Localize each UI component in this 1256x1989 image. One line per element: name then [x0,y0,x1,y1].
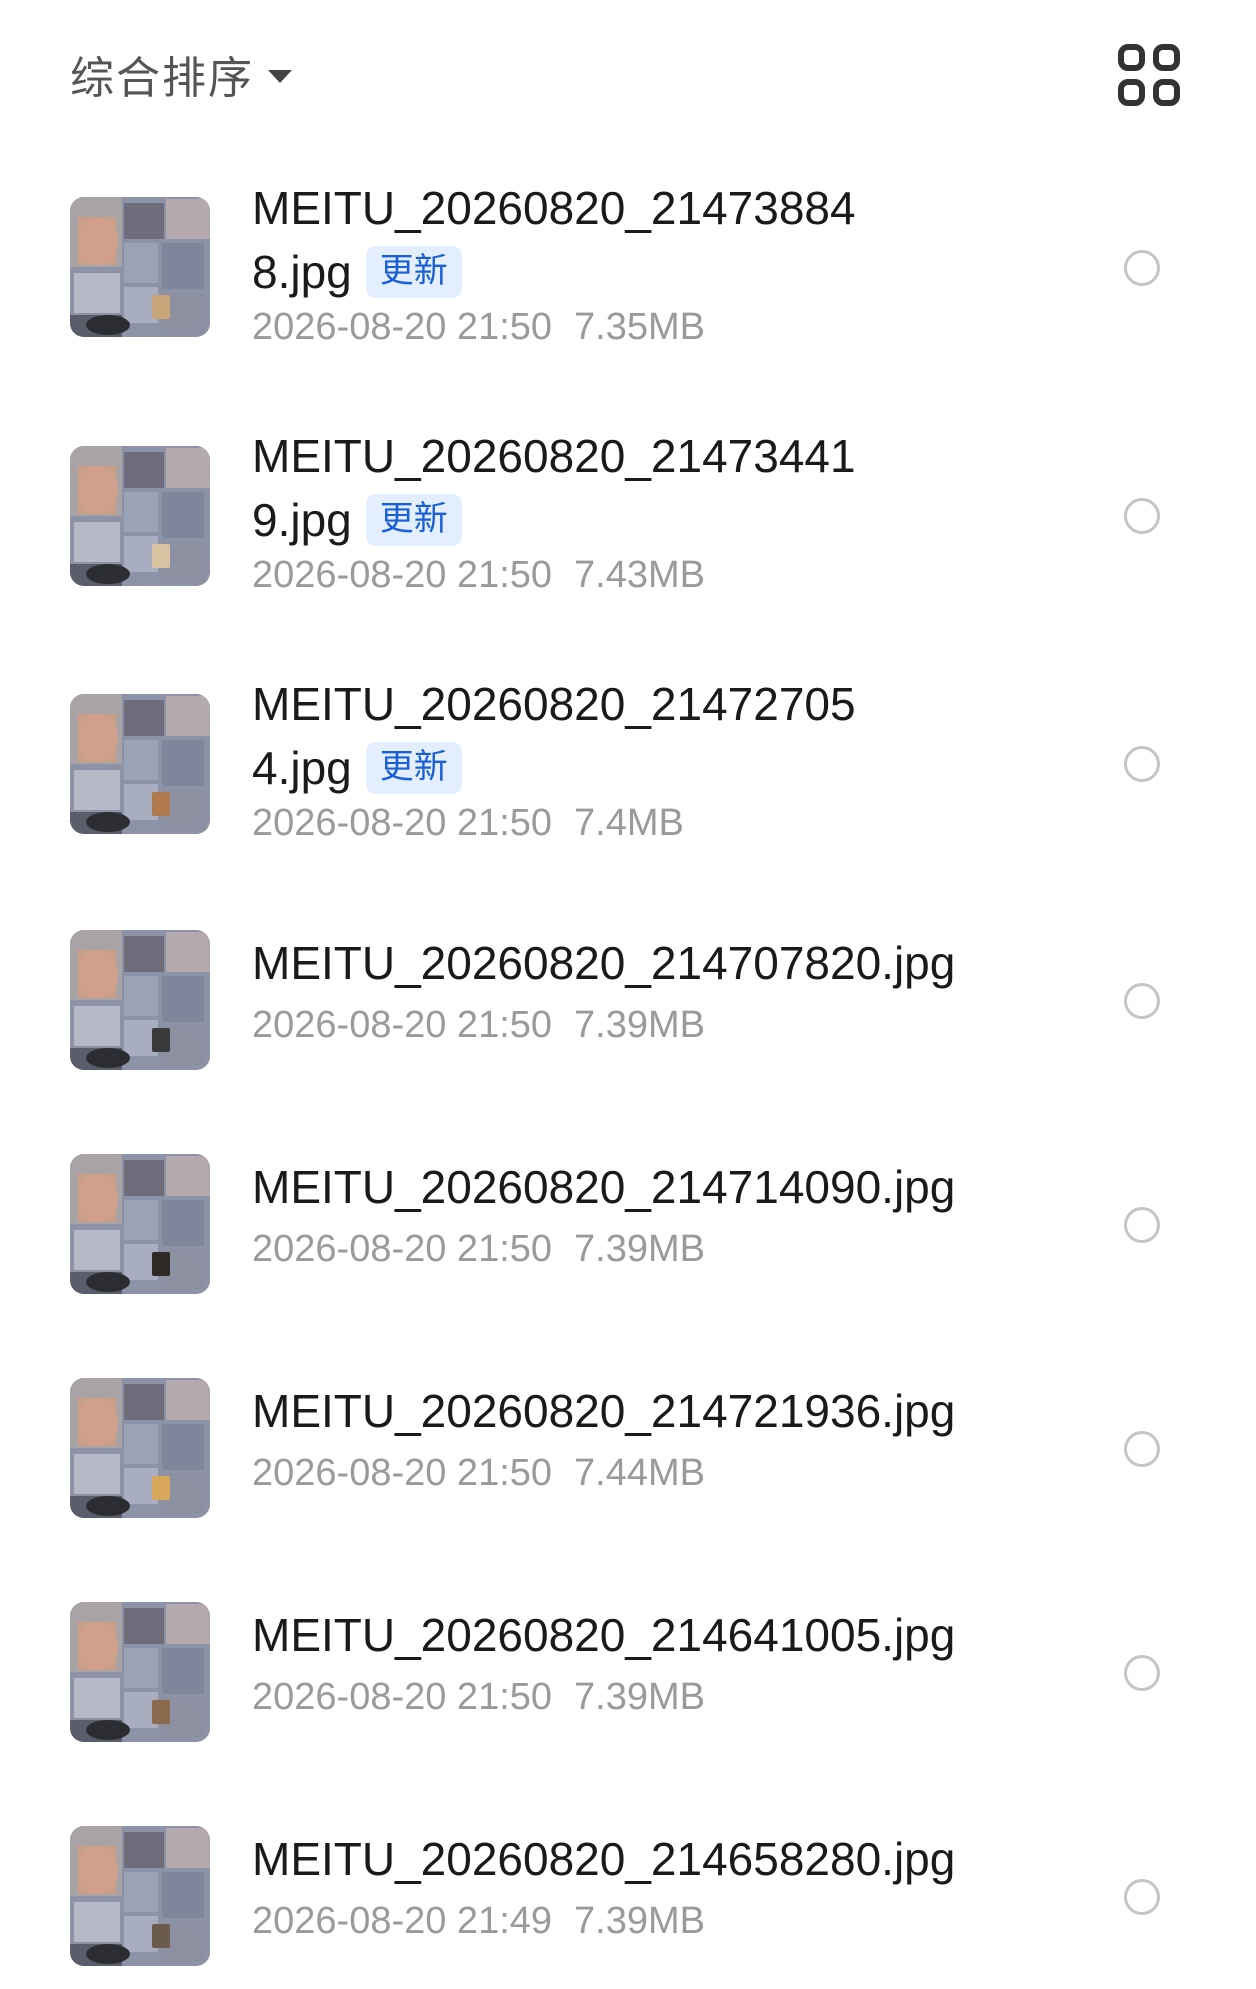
select-radio[interactable] [1124,983,1160,1019]
file-date: 2026-08-20 21:50 [252,1676,553,1718]
file-meta: 2026-08-20 21:50 7.39MB [252,1004,705,1047]
file-size: 7.39MB [574,1676,705,1718]
file-name: MEITU_20260820_214707820.jpg [252,937,956,989]
file-date: 2026-08-20 21:50 [252,1004,553,1046]
file-meta: 2026-08-20 21:49 7.39MB [252,1900,705,1943]
image-thumbnail [70,1602,210,1742]
file-size: 7.39MB [574,1004,705,1046]
file-list-screen: 综合排序 MEITU_20260820_21473884 8.jpg 更新 20… [0,0,1256,1989]
select-radio[interactable] [1124,1207,1160,1243]
file-date: 2026-08-20 21:50 [252,1228,553,1270]
thumbnail-image [70,1826,210,1966]
thumbnail-image [70,694,210,834]
image-thumbnail [70,446,210,586]
file-date: 2026-08-20 21:50 [252,1452,553,1494]
thumbnail-image [70,1154,210,1294]
update-badge: 更新 [365,494,462,546]
file-list: MEITU_20260820_21473884 8.jpg 更新 2026-08… [0,0,1256,1989]
select-radio[interactable] [1124,746,1160,782]
file-name-continued: 9.jpg [252,494,352,546]
file-meta: 2026-08-20 21:50 7.39MB [252,1228,705,1271]
file-name: MEITU_20260820_21473441 [252,430,856,482]
file-name: MEITU_20260820_214714090.jpg [252,1161,956,1213]
thumbnail-image [70,446,210,586]
file-meta: 2026-08-20 21:50 7.39MB [252,1676,705,1719]
file-name: MEITU_20260820_214721936.jpg [252,1385,956,1437]
select-radio[interactable] [1124,498,1160,534]
file-size: 7.43MB [574,554,705,596]
select-radio[interactable] [1124,250,1160,286]
select-radio[interactable] [1124,1431,1160,1467]
file-name-continued: 4.jpg [252,742,352,794]
file-size: 7.39MB [574,1900,705,1942]
select-radio[interactable] [1124,1879,1160,1915]
file-date: 2026-08-20 21:49 [252,1900,553,1942]
file-name: MEITU_20260820_21473884 [252,182,856,234]
select-radio[interactable] [1124,1655,1160,1691]
file-size: 7.35MB [574,306,705,348]
file-name: MEITU_20260820_21472705 [252,678,856,730]
file-name-continued: 8.jpg [252,246,352,298]
thumbnail-image [70,1602,210,1742]
image-thumbnail [70,197,210,337]
image-thumbnail [70,930,210,1070]
file-name: MEITU_20260820_214658280.jpg [252,1833,956,1885]
image-thumbnail [70,1826,210,1966]
update-badge: 更新 [365,246,462,298]
file-date: 2026-08-20 21:50 [252,306,553,348]
image-thumbnail [70,1154,210,1294]
thumbnail-image [70,197,210,337]
file-meta: 2026-08-20 21:50 7.4MB [252,802,684,845]
file-meta: 2026-08-20 21:50 7.43MB [252,554,705,597]
file-size: 7.44MB [574,1452,705,1494]
file-date: 2026-08-20 21:50 [252,554,553,596]
file-name: MEITU_20260820_214641005.jpg [252,1609,956,1661]
file-size: 7.39MB [574,1228,705,1270]
file-size: 7.4MB [574,802,684,844]
thumbnail-image [70,930,210,1070]
update-badge: 更新 [365,742,462,794]
thumbnail-image [70,1378,210,1518]
file-meta: 2026-08-20 21:50 7.35MB [252,306,705,349]
file-meta: 2026-08-20 21:50 7.44MB [252,1452,705,1495]
image-thumbnail [70,1378,210,1518]
image-thumbnail [70,694,210,834]
file-date: 2026-08-20 21:50 [252,802,553,844]
